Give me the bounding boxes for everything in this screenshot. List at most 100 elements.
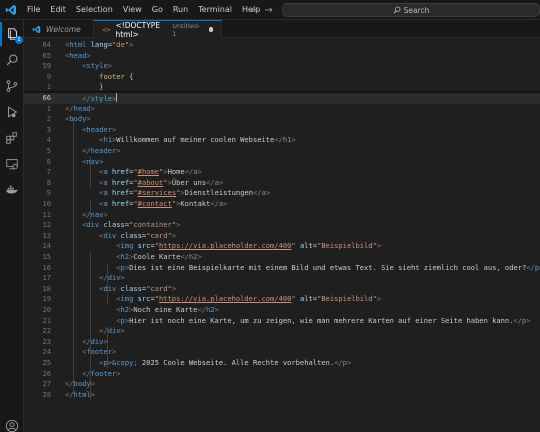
line-number: 7 — [46, 167, 51, 177]
line-code: <p>Hier ist noch eine Karte, um zu zeige… — [116, 315, 531, 325]
search-label: Search — [403, 5, 430, 15]
tab-welcome[interactable]: Welcome — [24, 20, 94, 38]
line-code: <p>&copy; 2025 Coole Webseite. Alle Rech… — [99, 358, 352, 367]
code-line[interactable]: 16 <p>Dies ist eine Beispielkarte mit ei… — [24, 263, 540, 274]
code-line[interactable]: 19 <img src="https://via.placeholder.com… — [24, 294, 540, 305]
menu-view[interactable]: View — [118, 0, 147, 20]
search-view-icon[interactable] — [0, 48, 24, 72]
code-line[interactable]: 28 </html> — [24, 390, 540, 401]
code-line[interactable]: 15 <h2>Coole Karte</h2> — [24, 252, 540, 263]
editor-tab-bar: Welcome <> <!DOCTYPE html> Untitled-1 — [24, 20, 540, 39]
unsaved-dot-icon[interactable] — [209, 27, 213, 32]
vscode-logo-icon — [0, 0, 22, 20]
code-line[interactable]: 27 </body> — [24, 379, 540, 390]
line-number: 23 — [42, 336, 51, 346]
tab-untitled-sub: Untitled-1 — [172, 21, 201, 38]
line-number: 2 — [46, 114, 51, 124]
line-code: </div> — [99, 326, 125, 336]
code-line[interactable]: 64 <html lang="de"> — [24, 40, 540, 51]
menu-terminal[interactable]: Terminal — [193, 0, 237, 20]
line-code: <h2>Noch eine Karte</h2> — [116, 305, 219, 314]
line-number: 64 — [42, 40, 51, 49]
line-number: 22 — [42, 326, 51, 336]
code-line[interactable]: 18 <div class="card"> — [24, 284, 540, 295]
line-code: </head> — [65, 103, 95, 113]
code-editor[interactable]: 64 <html lang="de"> 65 <head> 59 <style> 9 fo… — [24, 38, 540, 432]
line-code: <body> — [65, 114, 91, 124]
back-arrow-icon[interactable]: ← — [250, 5, 258, 16]
line-code: <header> — [82, 124, 117, 134]
code-line[interactable]: 24 <footer> — [24, 347, 540, 358]
line-number: 19 — [42, 294, 51, 304]
line-number: 66 — [42, 93, 51, 102]
tab-untitled-1[interactable]: <> <!DOCTYPE html> Untitled-1 — [94, 20, 222, 39]
line-code: <img src="https://via.placeholder.com/40… — [116, 294, 382, 304]
code-line[interactable]: 17 </div> — [24, 273, 540, 284]
extensions-icon[interactable] — [0, 126, 24, 150]
code-line[interactable]: 25 <p>&copy; 2025 Coole Webseite. Alle R… — [24, 358, 540, 369]
code-line[interactable]: 8 <a href="#about">Über uns</a> — [24, 178, 540, 189]
line-code: <h2>Coole Karte</h2> — [116, 252, 202, 261]
explorer-badge: 1 — [15, 36, 23, 44]
menu-selection[interactable]: Selection — [71, 0, 118, 20]
code-line[interactable]: 2 <body> — [24, 114, 540, 125]
code-line[interactable]: 65 <head> — [24, 50, 540, 62]
docker-icon[interactable] — [0, 178, 24, 202]
source-control-icon[interactable] — [0, 74, 24, 98]
code-line[interactable]: 11 </nav> — [24, 210, 540, 221]
command-center-search[interactable]: Search — [282, 3, 540, 17]
line-number: 13 — [42, 230, 51, 240]
menu-go[interactable]: Go — [147, 0, 168, 20]
code-line[interactable]: 22 </div> — [24, 326, 540, 337]
line-code: <img src="https://via.placeholder.com/40… — [116, 241, 382, 251]
account-icon[interactable] — [0, 414, 24, 432]
line-code: <style> — [82, 61, 113, 71]
explorer-icon[interactable]: 1 — [0, 22, 24, 46]
code-line[interactable]: 6 <nav> — [24, 157, 540, 168]
code-line[interactable]: 23 </div> — [24, 337, 540, 348]
run-debug-icon[interactable] — [0, 100, 24, 124]
code-line[interactable]: 1 </head> — [24, 104, 540, 115]
line-code: </header> — [82, 146, 121, 155]
menu-edit[interactable]: Edit — [45, 0, 71, 20]
line-number: 20 — [42, 305, 51, 314]
code-line[interactable]: 13 <div class="card"> — [24, 231, 540, 242]
line-number: 14 — [42, 241, 51, 251]
line-number: 25 — [42, 358, 51, 367]
code-line[interactable]: 14 <img src="https://via.placeholder.com… — [24, 241, 540, 252]
code-line[interactable]: 66 </style> — [24, 93, 540, 104]
line-code: <div class="card"> — [99, 230, 177, 240]
code-line[interactable]: 12 <div class="container"> — [24, 220, 540, 231]
code-line[interactable]: 9 footer { — [24, 71, 540, 83]
menu-file[interactable]: File — [22, 0, 45, 20]
tab-untitled-label: <!DOCTYPE html> — [115, 20, 161, 39]
menu-run[interactable]: Run — [168, 0, 193, 20]
code-line[interactable]: 26 </footer> — [24, 369, 540, 380]
line-code: </footer> — [82, 368, 121, 378]
code-line[interactable]: 10 <a href="#contact">Kontakt</a> — [24, 199, 540, 210]
code-line[interactable]: 59 <style> — [24, 61, 540, 72]
line-number: 65 — [42, 50, 51, 60]
code-line[interactable]: 21 <p>Hier ist noch eine Karte, um zu ze… — [24, 316, 540, 327]
code-line[interactable]: 5 </header> — [24, 146, 540, 157]
remote-explorer-icon[interactable] — [0, 152, 24, 176]
line-number: 10 — [42, 199, 51, 208]
line-number: 26 — [42, 368, 51, 378]
line-code: <nav> — [82, 156, 104, 166]
line-code: </div> — [82, 336, 108, 346]
line-code: footer { — [99, 71, 134, 81]
line-number: 4 — [46, 135, 51, 145]
vscode-tab-icon — [32, 25, 41, 33]
code-line[interactable]: 20 <h2>Noch eine Karte</h2> — [24, 305, 540, 316]
line-code: <p>Dies ist eine Beispielkarte mit einem… — [116, 262, 540, 272]
html-file-icon: <> — [102, 25, 111, 34]
line-number: 12 — [42, 220, 51, 230]
line-number: 16 — [42, 262, 51, 272]
forward-arrow-icon[interactable]: → — [264, 5, 272, 16]
history-navigation: ← → — [250, 0, 273, 20]
code-line[interactable]: 4 <h1>Willkommen auf meiner coolen Webse… — [24, 135, 540, 146]
code-line[interactable]: 7 <a href="#home">Home</a> — [24, 167, 540, 178]
code-line[interactable]: 9 <a href="#services">Dienstleistungen</… — [24, 188, 540, 199]
code-line[interactable]: 3 <header> — [24, 125, 540, 136]
line-code: </nav> — [82, 209, 108, 219]
